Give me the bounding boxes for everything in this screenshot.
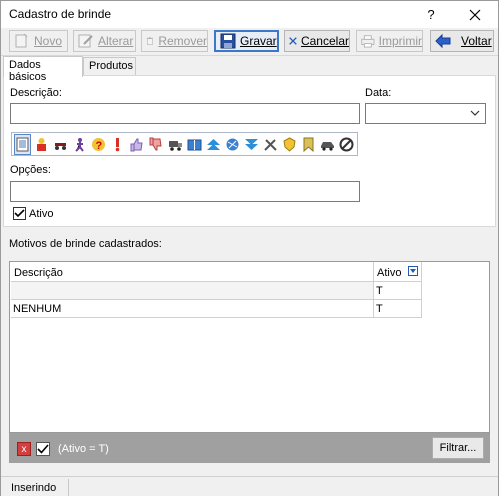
globe-icon[interactable] bbox=[224, 134, 241, 155]
column-header-ativo-label: Ativo bbox=[377, 267, 402, 279]
table-row-ativo[interactable]: T bbox=[374, 300, 422, 318]
ativo-checkbox[interactable] bbox=[13, 207, 26, 220]
thumbs-down-icon[interactable] bbox=[147, 134, 164, 155]
imprimir-button[interactable]: Imprimir bbox=[356, 30, 423, 52]
cancel-icon bbox=[289, 37, 297, 45]
status-bar: Inserindo bbox=[1, 476, 498, 496]
novo-label: Novo bbox=[34, 34, 63, 48]
filter-row-descricao[interactable] bbox=[11, 282, 374, 300]
car-icon[interactable] bbox=[319, 134, 336, 155]
new-document-icon bbox=[15, 33, 28, 48]
close-button[interactable] bbox=[455, 4, 495, 25]
status-mode: Inserindo bbox=[3, 479, 69, 496]
save-icon bbox=[220, 33, 236, 49]
novo-button[interactable]: Novo bbox=[9, 30, 68, 52]
exclamation-icon[interactable] bbox=[109, 134, 126, 155]
badge-icon[interactable] bbox=[281, 134, 298, 155]
svg-text:?: ? bbox=[96, 140, 103, 152]
person-icon[interactable] bbox=[33, 134, 50, 155]
column-header-descricao[interactable]: Descrição bbox=[11, 262, 374, 282]
alterar-label: Alterar bbox=[98, 34, 134, 48]
voltar-button[interactable]: Voltar bbox=[430, 30, 494, 52]
toolbar: Novo Alterar Remover Gravar Cancelar Imp… bbox=[1, 28, 498, 56]
close-icon bbox=[469, 9, 481, 21]
cancelar-label: Cancelar bbox=[300, 34, 349, 48]
book-icon[interactable] bbox=[186, 134, 203, 155]
gravar-button[interactable]: Gravar bbox=[214, 30, 279, 52]
trash-icon bbox=[146, 37, 154, 45]
arrows-down-icon[interactable] bbox=[243, 134, 260, 155]
printer-icon bbox=[361, 35, 375, 48]
remover-label: Remover bbox=[158, 34, 207, 48]
window-title: Cadastro de brinde bbox=[9, 7, 112, 21]
checkmark-icon bbox=[14, 209, 25, 218]
bookmark-icon[interactable] bbox=[300, 134, 317, 155]
title-bar: Cadastro de brinde ? bbox=[1, 1, 498, 28]
arrows-up-icon[interactable] bbox=[205, 134, 222, 155]
document-icon[interactable] bbox=[14, 133, 32, 155]
motivos-grid: Descrição Ativo T NENHUM T bbox=[9, 261, 490, 433]
cancelar-button[interactable]: Cancelar bbox=[284, 30, 350, 52]
cannon-icon[interactable] bbox=[52, 134, 69, 155]
figure-icon[interactable] bbox=[71, 134, 88, 155]
alterar-button[interactable]: Alterar bbox=[73, 30, 136, 52]
remover-button[interactable]: Remover bbox=[141, 30, 208, 52]
filter-dropdown-icon[interactable] bbox=[408, 266, 418, 276]
ativo-label: Ativo bbox=[29, 208, 54, 220]
chevron-down-icon bbox=[470, 110, 480, 116]
question-icon[interactable]: ? bbox=[90, 134, 107, 155]
gravar-label: Gravar bbox=[240, 34, 277, 48]
thumbs-up-icon[interactable] bbox=[128, 134, 145, 155]
filter-enabled-checkbox[interactable] bbox=[36, 442, 50, 456]
filter-row-ativo[interactable]: T bbox=[374, 282, 422, 300]
back-arrow-icon bbox=[435, 33, 451, 49]
icon-picker: ? bbox=[11, 132, 358, 156]
descricao-input[interactable] bbox=[10, 103, 360, 124]
voltar-label: Voltar bbox=[461, 34, 492, 48]
column-header-ativo[interactable]: Ativo bbox=[374, 262, 422, 282]
checkmark-icon bbox=[37, 444, 49, 454]
tab-dados-basicos[interactable]: Dados básicos bbox=[3, 56, 83, 83]
table-row[interactable]: NENHUM bbox=[11, 300, 374, 318]
imprimir-label: Imprimir bbox=[378, 34, 422, 48]
grid-title: Motivos de brinde cadastrados: bbox=[9, 238, 162, 250]
tab-produtos[interactable]: Produtos bbox=[83, 57, 136, 76]
filtrar-button[interactable]: Filtrar... bbox=[432, 437, 484, 459]
no-sign-icon[interactable] bbox=[338, 134, 355, 155]
help-button[interactable]: ? bbox=[413, 4, 449, 25]
filter-bar: x (Ativo = T) Filtrar... bbox=[9, 433, 490, 463]
clear-filter-button[interactable]: x bbox=[17, 442, 31, 456]
descricao-label: Descrição: bbox=[10, 87, 62, 99]
opcoes-input[interactable] bbox=[10, 181, 360, 202]
edit-icon bbox=[78, 34, 93, 48]
filter-expression: (Ativo = T) bbox=[58, 443, 109, 455]
data-select[interactable] bbox=[365, 103, 486, 124]
tools-icon[interactable] bbox=[262, 134, 279, 155]
tab-strip: Dados básicos Produtos bbox=[1, 56, 498, 83]
window: Cadastro de brinde ? Novo Alterar Remove… bbox=[0, 0, 499, 496]
opcoes-label: Opções: bbox=[10, 164, 51, 176]
truck-icon[interactable] bbox=[167, 134, 184, 155]
data-label: Data: bbox=[365, 87, 392, 99]
